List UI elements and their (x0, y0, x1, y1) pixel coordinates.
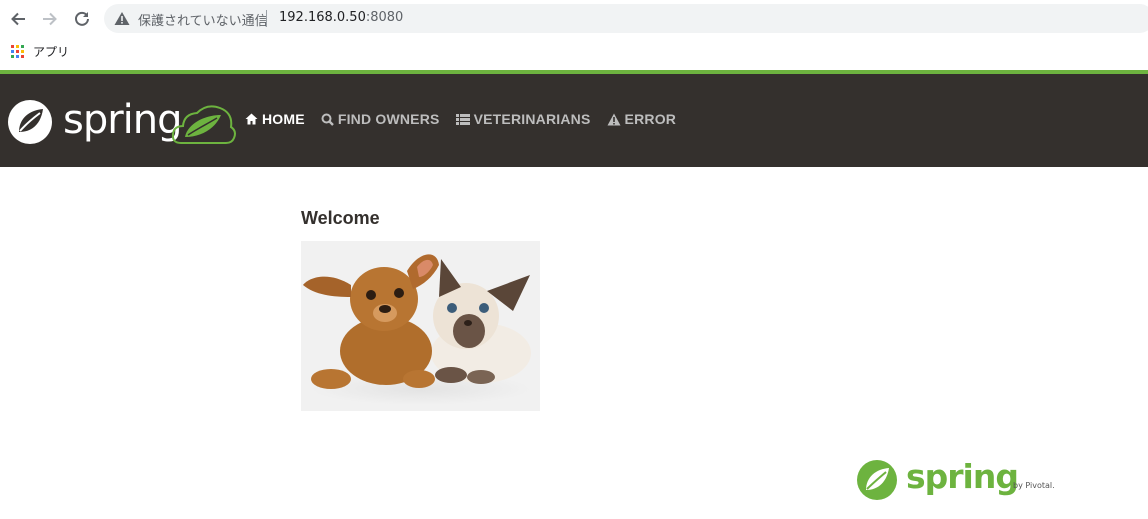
arrow-left-icon (11, 12, 25, 26)
back-button[interactable] (7, 8, 29, 30)
url-text[interactable]: 192.168.0.50:8080 (279, 10, 403, 25)
nav-error[interactable]: ERROR (607, 111, 677, 127)
search-icon (321, 113, 334, 126)
bookmark-apps[interactable]: アプリ (33, 43, 69, 60)
home-icon (245, 113, 258, 125)
page-title: Welcome (301, 208, 380, 228)
arrow-right-icon (43, 12, 57, 26)
reload-icon (75, 11, 89, 26)
cloud-leaf-icon (171, 105, 236, 144)
address-bar[interactable]: 保護されていない通信 192.168.0.50:8080 (104, 4, 1148, 33)
bookmarks-bar: アプリ (0, 38, 1148, 69)
list-icon (455, 113, 470, 125)
warning-icon (114, 12, 130, 25)
spring-leaf-icon (857, 460, 897, 500)
main-nav: HOME FIND OWNERS VETERINARIANS ERROR (245, 111, 692, 127)
spring-leaf-icon (8, 100, 52, 144)
reload-button[interactable] (71, 8, 93, 30)
pets-image (301, 241, 540, 411)
spring-logo[interactable]: spring (6, 96, 238, 146)
warning-icon (607, 113, 621, 125)
nav-home-label: HOME (262, 111, 305, 127)
browser-toolbar: 保護されていない通信 192.168.0.50:8080 (0, 0, 1148, 38)
nav-error-label: ERROR (624, 111, 677, 127)
apps-grid-icon[interactable] (11, 45, 24, 58)
security-status[interactable]: 保護されていない通信 (138, 10, 268, 29)
footer-brand-text: spring (906, 457, 1019, 496)
nav-find-owners[interactable]: FIND OWNERS (321, 111, 440, 127)
nav-home[interactable]: HOME (245, 111, 305, 127)
brand-text: spring (63, 97, 183, 143)
footer-by-pivotal: by Pivotal. (1013, 481, 1055, 490)
navbar: spring HOME FIND OWNERS VETERINARIANS ER… (0, 74, 1148, 167)
divider (266, 10, 267, 27)
nav-veterinarians[interactable]: VETERINARIANS (455, 111, 591, 127)
nav-find-owners-label: FIND OWNERS (337, 111, 440, 127)
footer-spring-logo: spring by Pivotal. (856, 457, 1066, 501)
forward-button[interactable] (39, 8, 61, 30)
pets-illustration (303, 254, 531, 405)
nav-veterinarians-label: VETERINARIANS (473, 111, 591, 127)
